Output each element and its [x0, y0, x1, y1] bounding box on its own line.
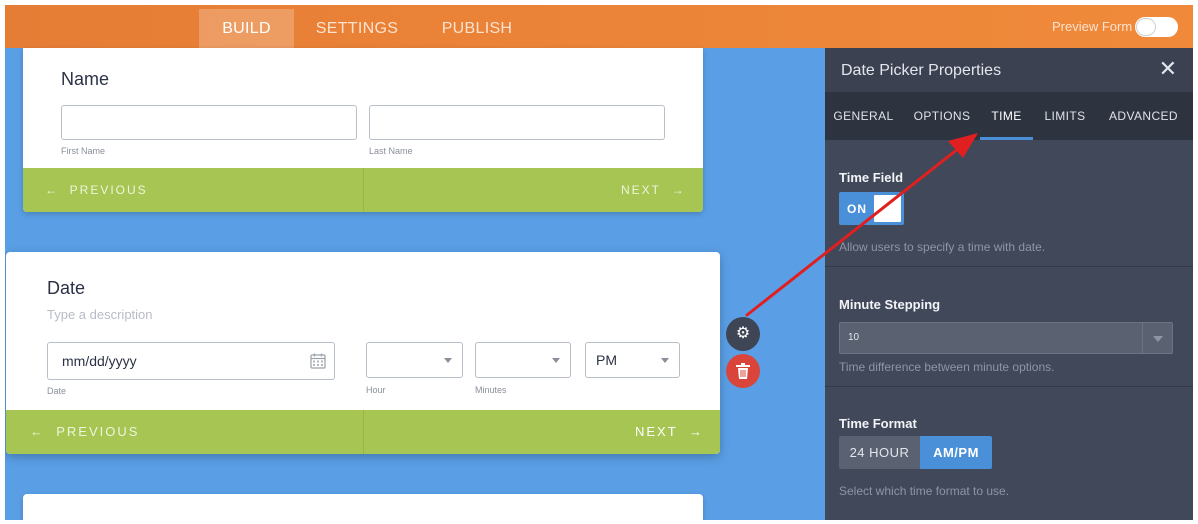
preview-form-toggle[interactable]: [1135, 17, 1178, 37]
date-question-card[interactable]: Date Type a description mm/dd/yyyy Date …: [6, 252, 720, 454]
time-field-section: Time Field ON Allow users to specify a t…: [825, 140, 1193, 267]
nav-tab-publish[interactable]: PUBLISH: [425, 9, 529, 48]
first-name-sublabel: First Name: [61, 146, 106, 156]
arrow-left-icon: ←: [45, 183, 59, 197]
arrow-right-icon: →: [671, 183, 686, 197]
format-24-hour-button[interactable]: 24 HOUR: [839, 436, 920, 469]
last-name-input[interactable]: [369, 105, 665, 140]
pager-divider: [363, 410, 364, 454]
question-settings-button[interactable]: ⚙: [726, 317, 760, 351]
page-navigation: ← PREVIOUS NEXT →: [23, 168, 703, 212]
toggle-knob: [1136, 18, 1156, 36]
previous-label: PREVIOUS: [69, 183, 148, 197]
date-placeholder: mm/dd/yyyy: [62, 353, 137, 369]
format-ampm-button[interactable]: AM/PM: [920, 436, 992, 469]
question-description[interactable]: Type a description: [47, 307, 153, 322]
minute-stepping-select[interactable]: 10: [839, 322, 1173, 354]
panel-title: Date Picker Properties: [841, 62, 1002, 79]
hour-select[interactable]: [366, 342, 463, 378]
time-format-section: Time Format 24 HOUR AM/PM Select which t…: [825, 387, 1193, 520]
panel-tabs: GENERAL OPTIONS TIME LIMITS ADVANCED: [825, 92, 1193, 140]
preview-form-label: Preview Form: [1052, 19, 1133, 34]
section-title: Time Field: [839, 170, 904, 185]
delete-question-button[interactable]: [726, 354, 760, 388]
minutes-select[interactable]: [475, 342, 571, 378]
time-field-toggle[interactable]: ON: [839, 192, 904, 225]
date-sublabel: Date: [47, 386, 67, 396]
ampm-value: PM: [596, 352, 617, 368]
calendar-icon[interactable]: [310, 353, 326, 369]
chevron-down-icon: [552, 358, 560, 363]
chevron-down-icon: [444, 358, 452, 363]
pager-divider: [363, 168, 364, 212]
next-button[interactable]: NEXT →: [621, 168, 686, 212]
chevron-down-icon: [661, 358, 669, 363]
tab-options[interactable]: OPTIONS: [906, 92, 978, 140]
first-name-input[interactable]: [61, 105, 357, 140]
gear-icon: ⚙: [735, 325, 751, 342]
hour-sublabel: Hour: [366, 385, 386, 395]
previous-button[interactable]: ← PREVIOUS: [45, 168, 148, 212]
minute-stepping-section: Minute Stepping 10 Time difference betwe…: [825, 267, 1193, 387]
tab-time[interactable]: TIME: [980, 92, 1033, 140]
section-help: Allow users to specify a time with date.: [839, 240, 1046, 254]
previous-label: PREVIOUS: [56, 424, 140, 439]
chevron-down-icon: [1142, 323, 1172, 353]
nav-tab-settings[interactable]: SETTINGS: [301, 9, 413, 48]
toggle-label: ON: [847, 202, 867, 216]
question-title: Date: [47, 278, 86, 298]
next-label: NEXT: [635, 424, 678, 439]
top-nav-bar: BUILD SETTINGS PUBLISH Preview Form: [5, 5, 1193, 48]
next-button[interactable]: NEXT →: [635, 410, 704, 454]
arrow-right-icon: →: [688, 424, 704, 439]
tab-limits[interactable]: LIMITS: [1037, 92, 1093, 140]
section-help: Select which time format to use.: [839, 484, 1010, 498]
toggle-knob: [874, 195, 901, 222]
next-question-card[interactable]: [23, 494, 703, 520]
last-name-sublabel: Last Name: [369, 146, 413, 156]
tab-general[interactable]: GENERAL: [825, 92, 902, 140]
name-question-card[interactable]: Name First Name Last Name ← PREVIOUS NEX…: [23, 48, 703, 212]
question-title: Name: [61, 69, 110, 89]
app-frame: BUILD SETTINGS PUBLISH Preview Form Name…: [5, 5, 1193, 520]
minutes-sublabel: Minutes: [475, 385, 507, 395]
next-label: NEXT: [621, 183, 662, 197]
ampm-select[interactable]: PM: [585, 342, 680, 378]
section-title: Time Format: [839, 416, 917, 431]
panel-header: Date Picker Properties ✕: [825, 48, 1193, 92]
trash-icon: [736, 363, 750, 379]
minute-stepping-value: 10: [848, 332, 860, 343]
arrow-left-icon: ←: [30, 424, 45, 439]
date-input[interactable]: mm/dd/yyyy: [47, 342, 335, 380]
section-title: Minute Stepping: [839, 297, 941, 312]
tab-advanced[interactable]: ADVANCED: [1104, 92, 1183, 140]
date-picker-properties-panel: Date Picker Properties ✕ GENERAL OPTIONS…: [825, 48, 1193, 520]
nav-tab-build[interactable]: BUILD: [199, 9, 294, 48]
section-help: Time difference between minute options.: [839, 360, 1055, 374]
close-icon[interactable]: ✕: [1159, 58, 1177, 80]
page-navigation: ← PREVIOUS NEXT →: [6, 410, 720, 454]
previous-button[interactable]: ← PREVIOUS: [30, 410, 139, 454]
